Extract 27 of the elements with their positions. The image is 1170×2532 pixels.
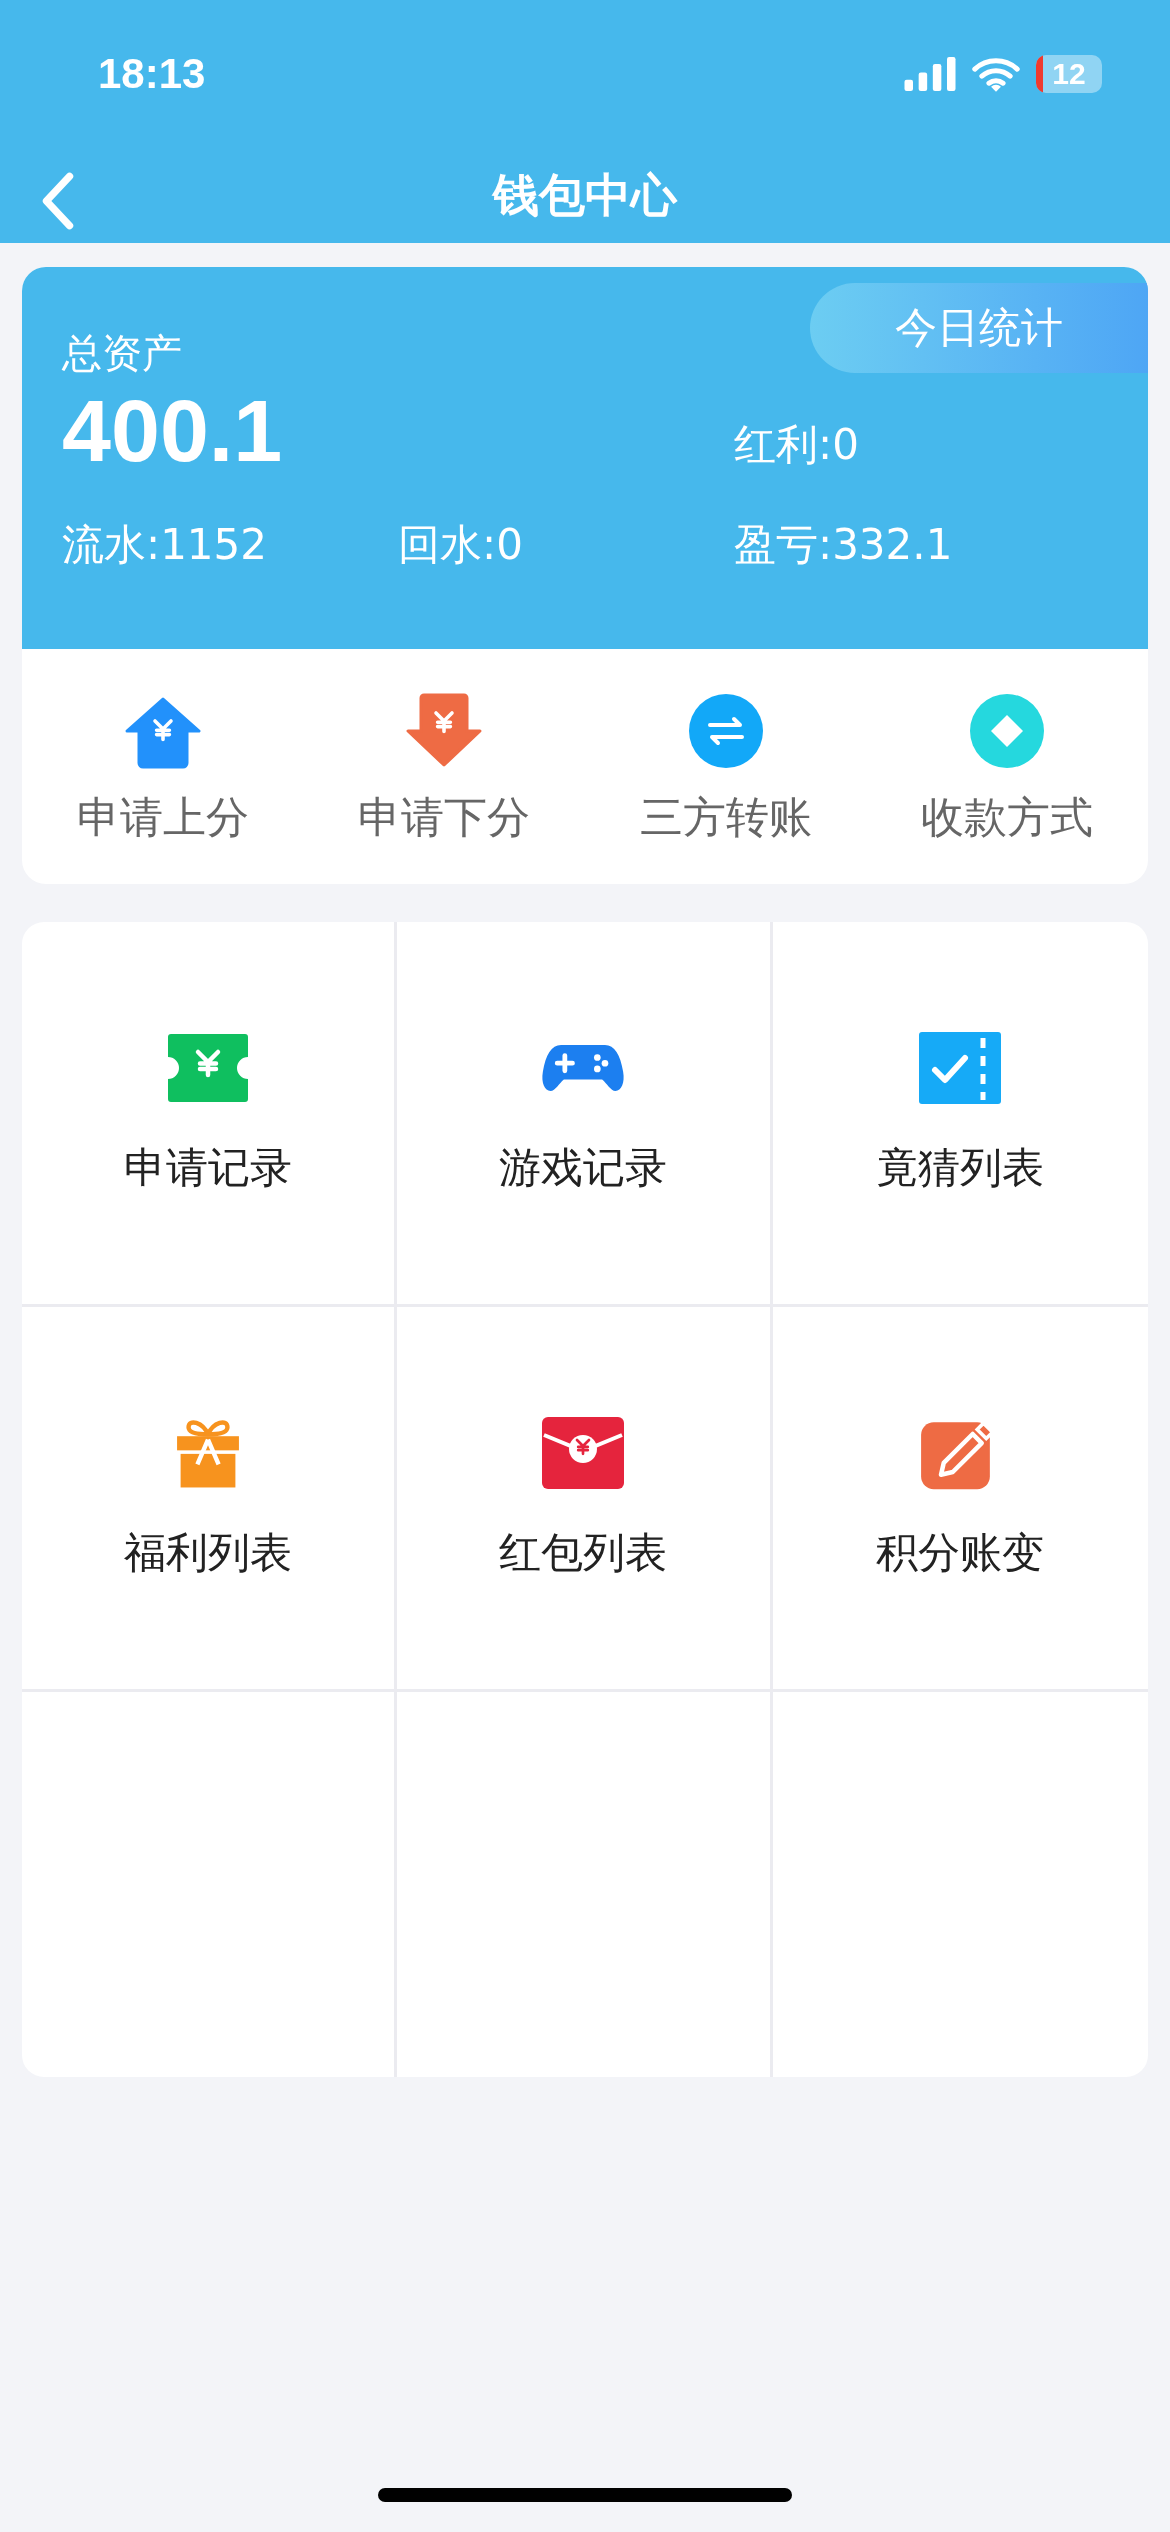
action-item[interactable]: 申请下分 [303,686,585,847]
menu-item[interactable]: 红包列表 [397,1307,773,1692]
stat-value: 回水:0 [398,519,524,571]
battery-level: 12 [1052,57,1086,91]
battery-fill [1036,55,1043,93]
action-item[interactable]: 收款方式 [866,686,1148,847]
menu-item[interactable]: 福利列表 [22,1307,398,1692]
bonus-stat: 红利:0 [734,419,860,471]
signal-icon [904,57,956,91]
menu-item[interactable]: 竟猜列表 [772,922,1148,1307]
page-title: 钱包中心 [493,166,677,224]
menu-item[interactable]: 积分账变 [772,1307,1148,1692]
checklist-icon [917,1030,1004,1106]
envelope-icon [540,1415,627,1491]
back-icon[interactable] [40,172,76,230]
total-assets-value: 400.1 [62,381,284,481]
transfer-icon [687,692,764,769]
action-item[interactable]: 三方转账 [585,686,867,847]
stat-value: 流水:1152 [62,519,269,571]
action-item[interactable]: 申请上分 [22,686,304,847]
clock-time: 18:13 [98,50,206,98]
total-assets-label: 总资产 [62,329,183,378]
menu-item[interactable]: 游戏记录 [397,922,773,1307]
menu-item[interactable]: 申请记录 [22,922,398,1307]
wifi-icon [972,56,1020,92]
stat-value: 盈亏:332.1 [734,519,954,571]
download-yen-icon [406,692,483,769]
